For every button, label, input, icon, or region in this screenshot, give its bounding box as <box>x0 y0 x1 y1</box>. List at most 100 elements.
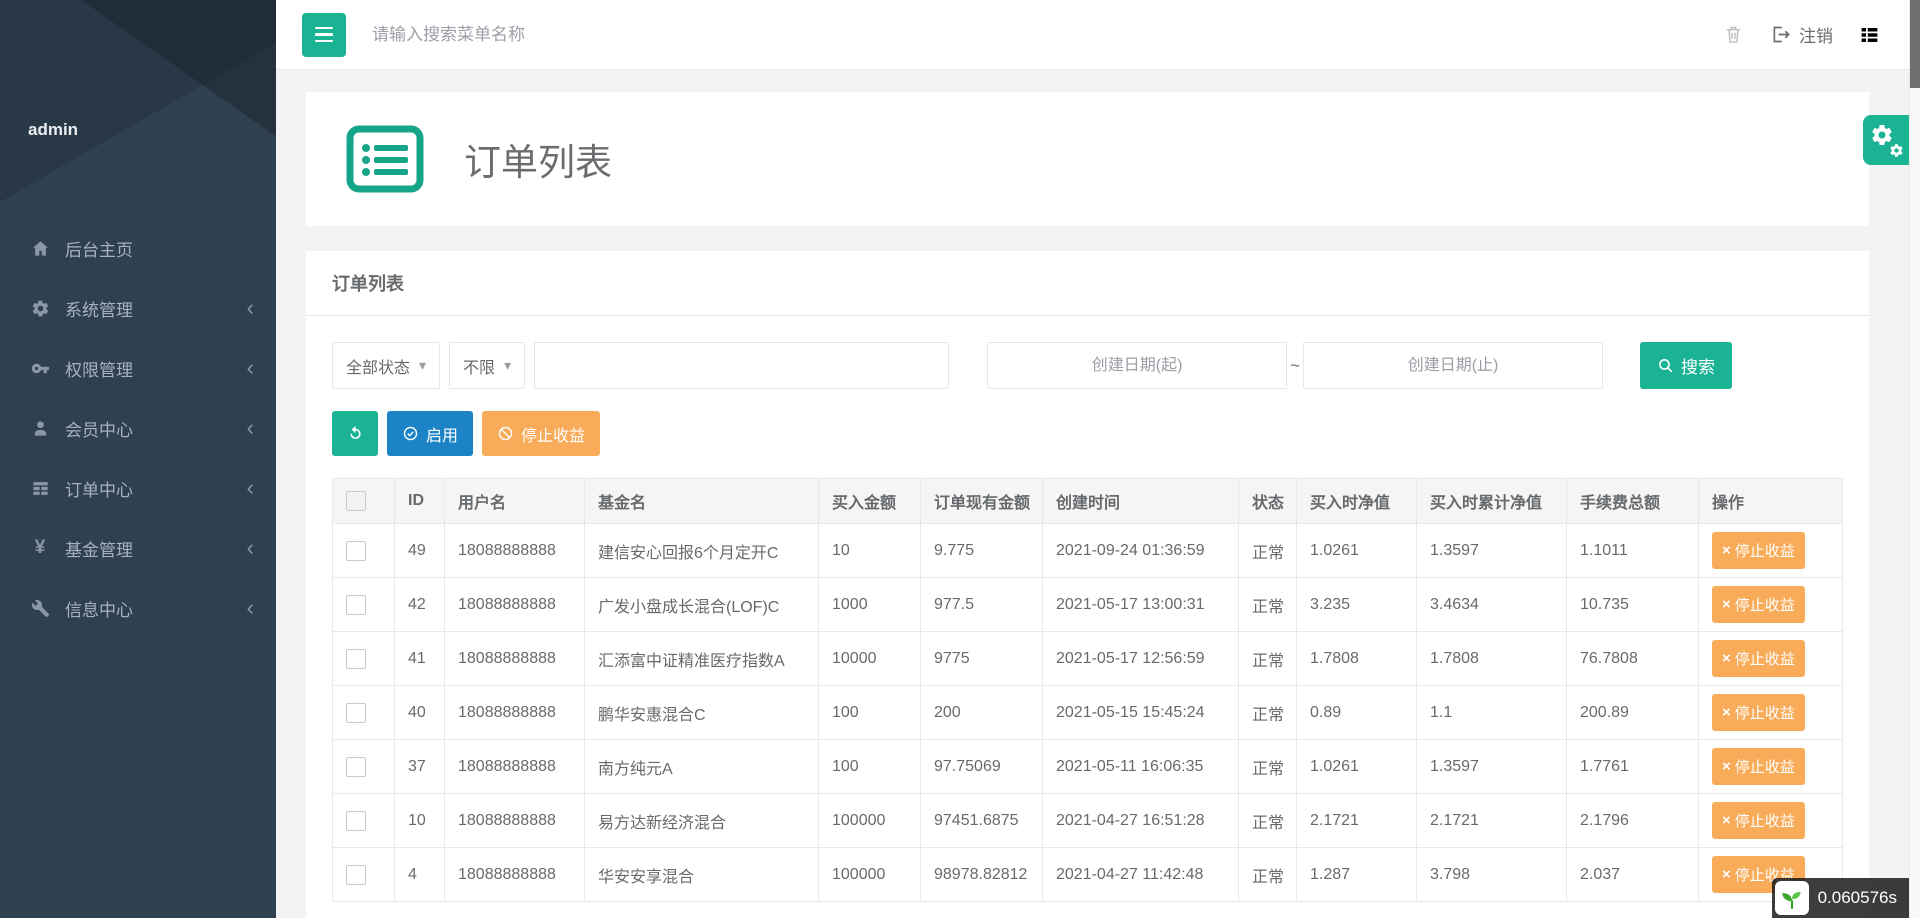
cell-id: 37 <box>395 740 445 794</box>
checkbox-cell <box>333 848 395 902</box>
main-area: 注销 订单列表 订单列表 全部状态 <box>276 0 1920 918</box>
sidebar-item-label: 权限管理 <box>65 356 247 381</box>
sidebar-item-info[interactable]: 信息中心 ‹ <box>0 578 276 638</box>
sidebar-nav: 后台主页 系统管理 ‹ 权限管理 ‹ 会员中心 ‹ 订单中心 ‹ <box>0 208 276 638</box>
refresh-button[interactable] <box>332 411 378 456</box>
refresh-icon <box>346 424 365 443</box>
sidebar-item-label: 系统管理 <box>65 296 247 321</box>
sidebar-item-system[interactable]: 系统管理 ‹ <box>0 278 276 338</box>
search-button-label: 搜索 <box>1681 353 1715 378</box>
sidebar: admin 后台主页 系统管理 ‹ 权限管理 ‹ 会员中心 ‹ <box>0 0 276 918</box>
table-row: 4 18088888888 华安安享混合 100000 98978.82812 … <box>333 848 1843 902</box>
cell-nav: 2.1721 <box>1297 794 1417 848</box>
yen-icon: ¥ <box>28 537 52 559</box>
cell-username: 18088888888 <box>445 578 585 632</box>
stop-profit-bulk-label: 停止收益 <box>521 422 585 446</box>
cell-current-amount: 98978.82812 <box>921 848 1043 902</box>
cell-status: 正常 <box>1239 524 1297 578</box>
cell-current-amount: 977.5 <box>921 578 1043 632</box>
stop-profit-button[interactable]: 停止收益 <box>1712 748 1805 785</box>
status-select[interactable]: 全部状态 <box>332 342 440 389</box>
cell-buy-amount: 100000 <box>819 794 921 848</box>
action-cell: 停止收益 <box>1699 794 1843 848</box>
enable-button[interactable]: 启用 <box>387 411 473 456</box>
row-checkbox[interactable] <box>346 703 366 723</box>
stop-profit-bulk-button[interactable]: 停止收益 <box>482 411 600 456</box>
action-cell: 停止收益 <box>1699 686 1843 740</box>
cell-nav: 1.0261 <box>1297 740 1417 794</box>
menu-toggle-button[interactable] <box>302 13 346 57</box>
cell-fee: 200.89 <box>1567 686 1699 740</box>
row-checkbox[interactable] <box>346 541 366 561</box>
search-icon <box>1657 357 1674 374</box>
x-icon <box>1722 866 1731 883</box>
sidebar-item-home[interactable]: 后台主页 <box>0 218 276 278</box>
gear-icon <box>1889 143 1904 158</box>
layout-button[interactable] <box>1859 24 1880 45</box>
status-select-value: 全部状态 <box>346 354 410 378</box>
check-circle-icon <box>402 425 419 442</box>
settings-float-button[interactable] <box>1863 115 1909 165</box>
logout-button[interactable]: 注销 <box>1770 22 1833 47</box>
date-start-input[interactable] <box>987 342 1287 389</box>
cell-buy-amount: 1000 <box>819 578 921 632</box>
cell-status: 正常 <box>1239 848 1297 902</box>
column-header: 创建时间 <box>1043 479 1239 524</box>
cell-acc-nav: 3.4634 <box>1417 578 1567 632</box>
plant-icon <box>1775 881 1809 915</box>
cell-username: 18088888888 <box>445 686 585 740</box>
chevron-left-icon: ‹ <box>247 477 254 499</box>
cell-username: 18088888888 <box>445 632 585 686</box>
scrollbar-thumb[interactable] <box>1910 0 1920 88</box>
table-row: 37 18088888888 南方纯元A 100 97.75069 2021-0… <box>333 740 1843 794</box>
stop-profit-button-label: 停止收益 <box>1735 594 1795 615</box>
menu-search-input[interactable] <box>372 25 732 45</box>
stop-profit-button[interactable]: 停止收益 <box>1712 532 1805 569</box>
row-checkbox[interactable] <box>346 595 366 615</box>
ban-icon <box>497 425 514 442</box>
sidebar-item-funds[interactable]: ¥ 基金管理 ‹ <box>0 518 276 578</box>
chevron-left-icon: ‹ <box>247 357 254 379</box>
cell-created-time: 2021-05-17 12:56:59 <box>1043 632 1239 686</box>
search-button[interactable]: 搜索 <box>1640 342 1732 389</box>
cell-fee: 2.1796 <box>1567 794 1699 848</box>
panel-body: 全部状态 不限 ~ 搜索 <box>306 316 1869 918</box>
action-cell: 停止收益 <box>1699 632 1843 686</box>
stop-profit-button[interactable]: 停止收益 <box>1712 694 1805 731</box>
stop-profit-button[interactable]: 停止收益 <box>1712 640 1805 677</box>
cell-nav: 3.235 <box>1297 578 1417 632</box>
row-checkbox[interactable] <box>346 649 366 669</box>
sidebar-item-members[interactable]: 会员中心 ‹ <box>0 398 276 458</box>
sidebar-item-permissions[interactable]: 权限管理 ‹ <box>0 338 276 398</box>
row-checkbox[interactable] <box>346 757 366 777</box>
cell-current-amount: 200 <box>921 686 1043 740</box>
table-row: 10 18088888888 易方达新经济混合 100000 97451.687… <box>333 794 1843 848</box>
scope-select[interactable]: 不限 <box>449 342 525 389</box>
cell-acc-nav: 3.798 <box>1417 848 1567 902</box>
sidebar-item-orders[interactable]: 订单中心 ‹ <box>0 458 276 518</box>
cell-fund-name: 建信安心回报6个月定开C <box>585 524 819 578</box>
scrollbar[interactable] <box>1909 0 1920 918</box>
cell-created-time: 2021-05-17 13:00:31 <box>1043 578 1239 632</box>
select-all-checkbox[interactable] <box>346 491 366 511</box>
cell-status: 正常 <box>1239 632 1297 686</box>
cell-status: 正常 <box>1239 578 1297 632</box>
home-icon <box>28 239 52 258</box>
column-header: 买入时净值 <box>1297 479 1417 524</box>
keyword-input[interactable] <box>534 342 949 389</box>
stop-profit-button[interactable]: 停止收益 <box>1712 586 1805 623</box>
panel-title: 订单列表 <box>332 274 404 294</box>
cell-buy-amount: 10000 <box>819 632 921 686</box>
stop-profit-button[interactable]: 停止收益 <box>1712 802 1805 839</box>
row-checkbox[interactable] <box>346 811 366 831</box>
sidebar-item-label: 会员中心 <box>65 416 247 441</box>
cell-fee: 1.1011 <box>1567 524 1699 578</box>
cell-fund-name: 易方达新经济混合 <box>585 794 819 848</box>
cell-buy-amount: 100000 <box>819 848 921 902</box>
row-checkbox[interactable] <box>346 865 366 885</box>
cell-fee: 10.735 <box>1567 578 1699 632</box>
date-end-input[interactable] <box>1303 342 1603 389</box>
column-header: 手续费总额 <box>1567 479 1699 524</box>
trash-button[interactable] <box>1723 24 1744 45</box>
column-header: 状态 <box>1239 479 1297 524</box>
